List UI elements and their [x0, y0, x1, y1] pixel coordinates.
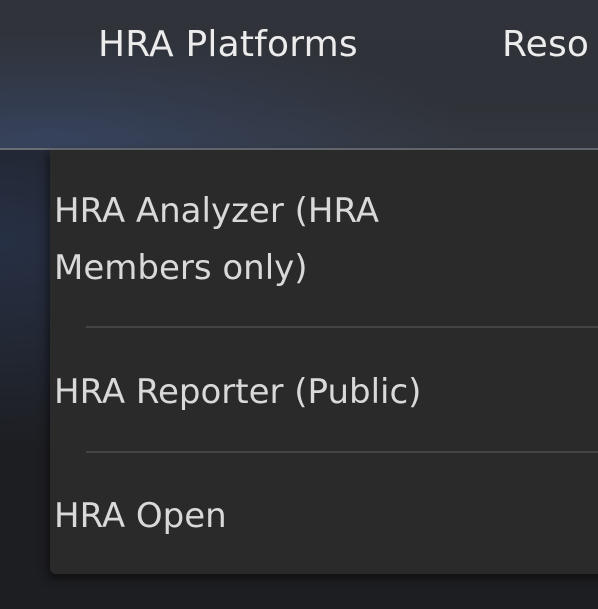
nav-item-resources[interactable]: Reso	[502, 24, 589, 65]
menu-divider	[86, 451, 598, 453]
page: HRA Platforms Reso HRA Analyzer (HRA Mem…	[0, 0, 598, 609]
menu-item-hra-reporter[interactable]: HRA Reporter (Public)	[54, 364, 421, 421]
menu-item-hra-analyzer[interactable]: HRA Analyzer (HRA Members only)	[54, 183, 454, 297]
menu-item-hra-open[interactable]: HRA Open	[54, 488, 227, 545]
top-nav-bar: HRA Platforms Reso	[0, 0, 598, 150]
menu-divider	[86, 326, 598, 328]
nav-item-hra-platforms[interactable]: HRA Platforms	[98, 24, 358, 65]
